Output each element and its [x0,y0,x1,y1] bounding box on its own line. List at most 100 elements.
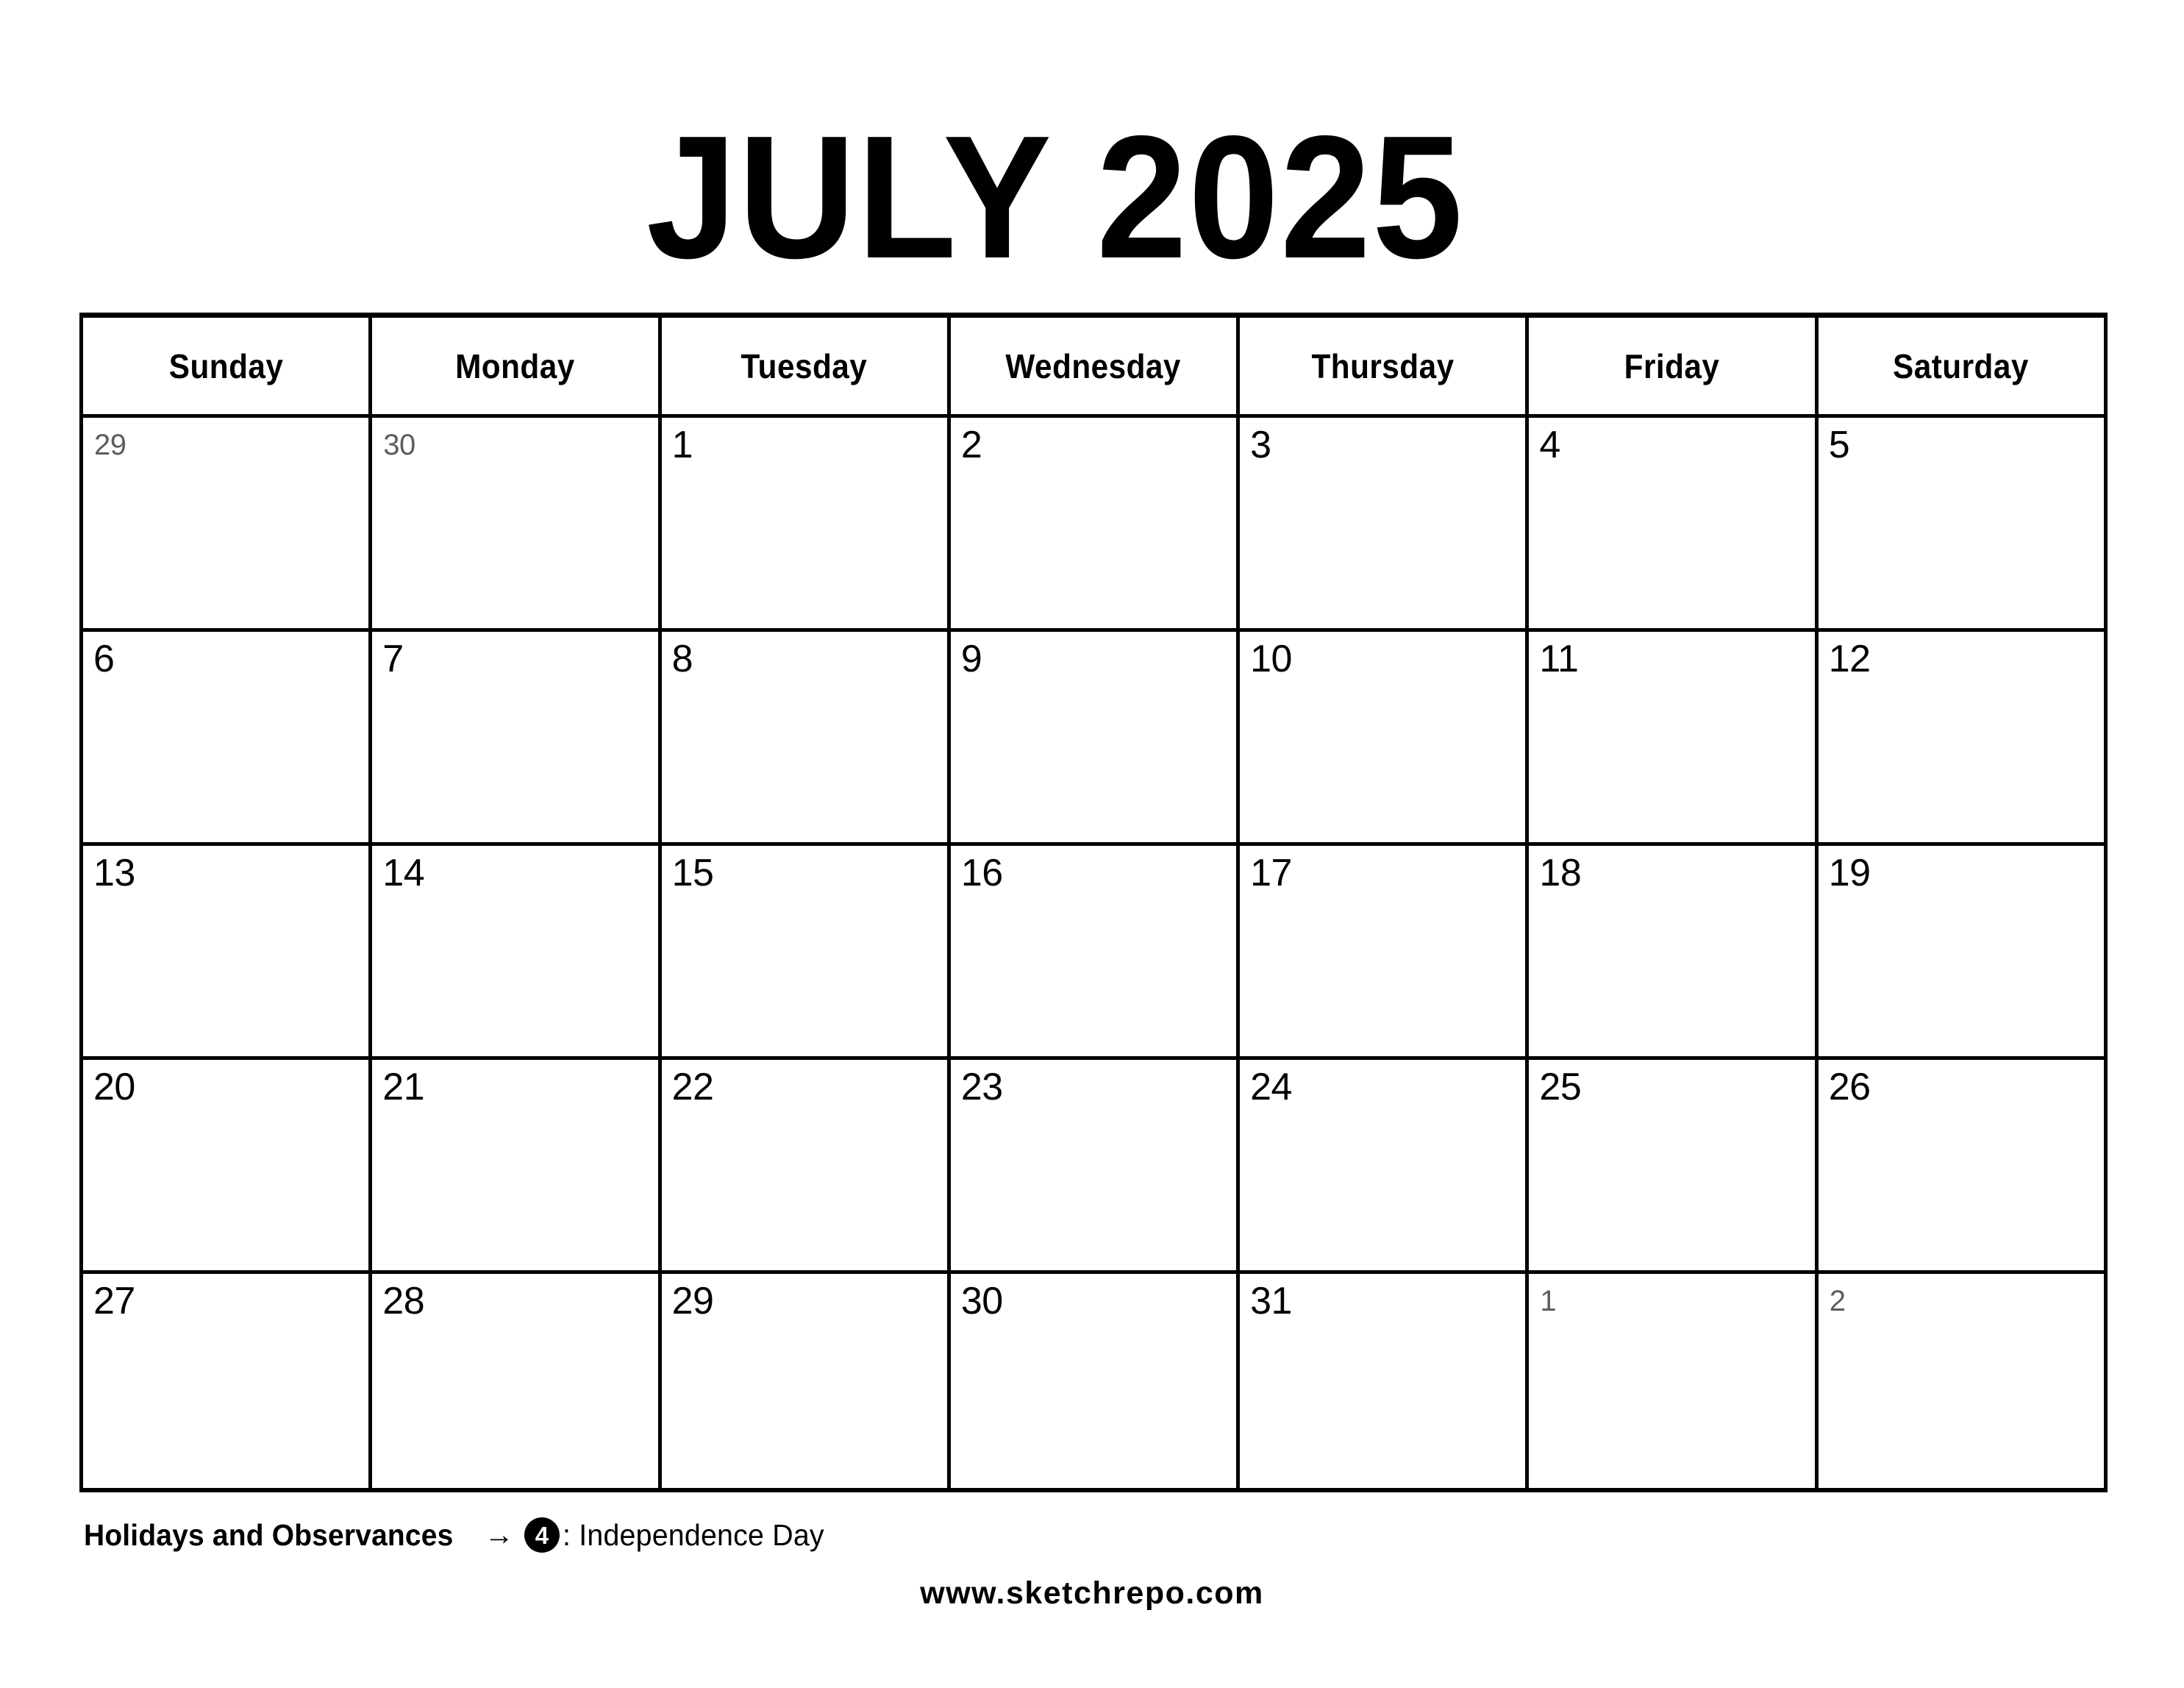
day-cell[interactable]: 2 [950,418,1241,628]
calendar-week-row: 20 21 22 23 24 25 26 [83,1060,2104,1274]
day-number: 29 [94,429,126,461]
day-cell[interactable]: 21 [372,1060,662,1270]
holiday-description: : Independence Day [562,1517,824,1552]
day-number: 15 [671,852,714,894]
day-number: 29 [671,1280,714,1322]
page-title: JULY 2025 [646,100,1465,295]
calendar-week-row: 27 28 29 30 31 1 2 [83,1274,2104,1488]
calendar-week-row: 13 14 15 16 17 18 19 [83,846,2104,1060]
day-number: 30 [960,1280,1003,1322]
day-number: 20 [93,1066,135,1108]
day-cell[interactable]: 7 [372,632,662,842]
site-url-container: www.sketchrepo.com [0,1578,2184,1609]
day-number: 11 [1539,638,1579,680]
day-cell[interactable]: 20 [83,1060,373,1270]
day-number: 5 [1828,424,1850,466]
weekday-label: Monday [455,346,575,385]
day-cell[interactable]: 10 [1240,632,1530,842]
weekday-header-tuesday: Tuesday [661,318,951,414]
day-number: 6 [93,638,115,680]
day-number: 4 [1539,424,1560,466]
day-number: 13 [93,852,135,894]
day-number: 26 [1828,1066,1871,1108]
weekday-label: Friday [1624,346,1720,385]
holidays-label: Holidays and Observances [84,1517,454,1552]
weekday-label: Thursday [1311,346,1455,385]
day-cell[interactable]: 12 [1818,632,2104,842]
day-number: 27 [93,1280,135,1322]
weekday-label: Wednesday [1005,346,1182,385]
day-number: 1 [671,424,693,466]
day-number: 28 [382,1280,425,1322]
day-number: 9 [960,638,982,680]
day-cell[interactable]: 11 [1529,632,1819,842]
day-cell[interactable]: 27 [83,1274,373,1488]
weekday-header-monday: Monday [372,318,662,414]
day-number: 24 [1250,1066,1292,1108]
day-cell[interactable]: 4 [1529,418,1819,628]
weekday-header-saturday: Saturday [1818,318,2104,414]
day-cell[interactable]: 15 [661,846,951,1056]
weekday-label: Tuesday [741,346,868,385]
day-cell[interactable]: 30 [372,418,662,628]
calendar-week-row: 29 30 1 2 3 4 5 [83,418,2104,632]
calendar-grid: Sunday Monday Tuesday Wednesday Thursday… [79,313,2108,1492]
day-cell[interactable]: 5 [1818,418,2104,628]
day-cell[interactable]: 3 [1240,418,1530,628]
day-cell[interactable]: 17 [1240,846,1530,1056]
day-number: 3 [1250,424,1271,466]
day-number: 17 [1250,852,1292,894]
day-cell[interactable]: 26 [1818,1060,2104,1270]
day-cell[interactable]: 24 [1240,1060,1530,1270]
day-cell[interactable]: 31 [1240,1274,1530,1488]
day-number: 2 [1829,1285,1846,1317]
day-cell[interactable]: 9 [950,632,1241,842]
day-cell[interactable]: 28 [372,1274,662,1488]
day-cell[interactable]: 14 [372,846,662,1056]
day-number: 31 [1250,1280,1292,1322]
day-number: 19 [1828,852,1871,894]
holiday-day-badge: 4 [524,1517,560,1553]
day-cell[interactable]: 23 [950,1060,1241,1270]
calendar-week-row: 6 7 8 9 10 11 12 [83,632,2104,846]
day-number: 16 [960,852,1003,894]
day-number: 18 [1539,852,1582,894]
day-number: 14 [382,852,425,894]
calendar-header: JULY 2025 [0,110,2184,285]
day-cell[interactable]: 1 [1529,1274,1819,1488]
day-number: 21 [382,1066,425,1108]
weekday-header-row: Sunday Monday Tuesday Wednesday Thursday… [83,318,2104,418]
weekday-header-thursday: Thursday [1240,318,1530,414]
arrow-right-icon: → [484,1519,514,1551]
weekday-header-friday: Friday [1529,318,1819,414]
day-cell[interactable]: 18 [1529,846,1819,1056]
day-cell[interactable]: 19 [1818,846,2104,1056]
day-cell[interactable]: 16 [950,846,1241,1056]
day-cell[interactable]: 8 [661,632,951,842]
day-number: 30 [383,429,415,461]
day-cell[interactable]: 29 [661,1274,951,1488]
day-number: 23 [960,1066,1003,1108]
day-number: 7 [382,638,404,680]
day-cell[interactable]: 13 [83,846,373,1056]
weekday-header-sunday: Sunday [83,318,373,414]
day-number: 10 [1250,638,1292,680]
day-cell[interactable]: 25 [1529,1060,1819,1270]
day-cell[interactable]: 22 [661,1060,951,1270]
day-cell[interactable]: 30 [950,1274,1241,1488]
day-cell[interactable]: 2 [1818,1274,2104,1488]
day-number: 8 [671,638,693,680]
day-number: 12 [1828,638,1871,680]
day-cell[interactable]: 6 [83,632,373,842]
holidays-and-observances: Holidays and Observances → 4 : Independe… [84,1517,835,1553]
day-cell[interactable]: 1 [661,418,951,628]
day-cell[interactable]: 29 [83,418,373,628]
weekday-header-wednesday: Wednesday [950,318,1241,414]
weekday-label: Saturday [1893,346,2030,385]
weekday-label: Sunday [168,346,283,385]
day-number: 1 [1540,1285,1557,1317]
day-number: 22 [671,1066,714,1108]
day-number: 2 [960,424,982,466]
day-number: 25 [1539,1066,1582,1108]
site-url: www.sketchrepo.com [920,1575,1264,1611]
